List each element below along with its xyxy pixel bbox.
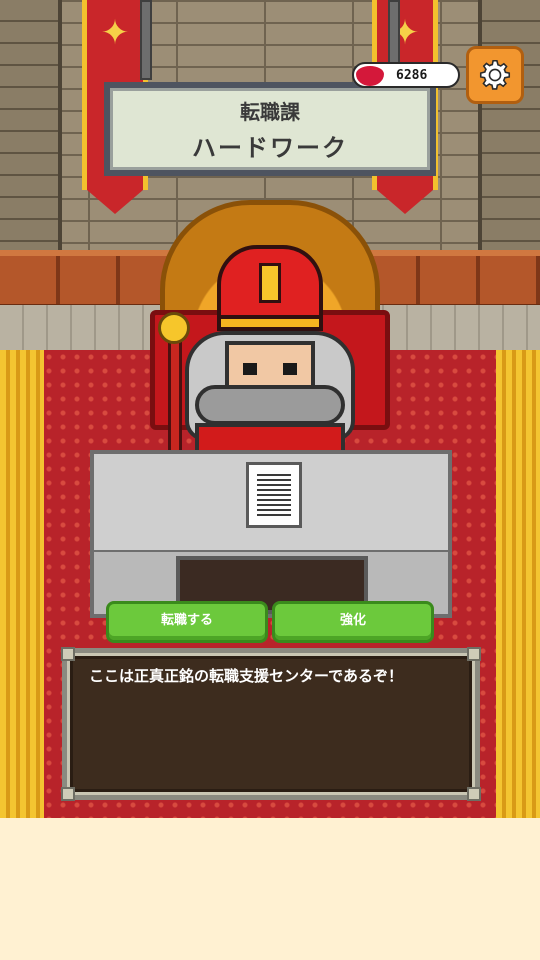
upgrade-button[interactable]: 強化	[272, 601, 434, 643]
gem-count: 6286	[396, 68, 428, 83]
carpet-border	[496, 350, 540, 818]
job-title-sign: 転職課 ハードワーク	[104, 82, 436, 176]
dialog-corner	[61, 787, 75, 801]
department-label: 転職課	[240, 100, 300, 124]
carpet-border	[0, 350, 44, 818]
gem-counter: 6286	[352, 62, 460, 88]
settings-button[interactable]	[466, 46, 524, 104]
job-name: ハードワーク	[192, 134, 348, 162]
bottom-panel	[0, 818, 540, 960]
sign-pole	[140, 0, 152, 80]
document-icon[interactable]	[246, 462, 302, 528]
crown-jewel	[259, 263, 281, 303]
eagle-emblem-icon: ✦	[100, 13, 130, 53]
dialog-corner	[61, 647, 75, 661]
king-eye	[243, 363, 257, 375]
gem-icon	[356, 66, 384, 86]
dialog-box[interactable]: ここは正真正銘の転職支援センターであるぞ！	[61, 647, 481, 801]
throne-room-scene: ✦ ✦ 転職課 ハードワーク 6286 転職する 強化 ここは正真正銘の転職支援…	[0, 0, 540, 818]
gear-icon	[479, 59, 511, 90]
crown-band	[217, 315, 323, 331]
king-mustache	[195, 385, 345, 425]
eagle-emblem-icon: ✦	[390, 13, 420, 53]
dialog-corner	[467, 787, 481, 801]
scepter-orb	[158, 312, 190, 344]
king-character	[175, 245, 365, 455]
dialog-corner	[467, 647, 481, 661]
king-eye	[283, 363, 297, 375]
dialog-text: ここは正真正銘の転職支援センターであるぞ！	[89, 667, 403, 685]
change-job-button[interactable]: 転職する	[106, 601, 268, 643]
